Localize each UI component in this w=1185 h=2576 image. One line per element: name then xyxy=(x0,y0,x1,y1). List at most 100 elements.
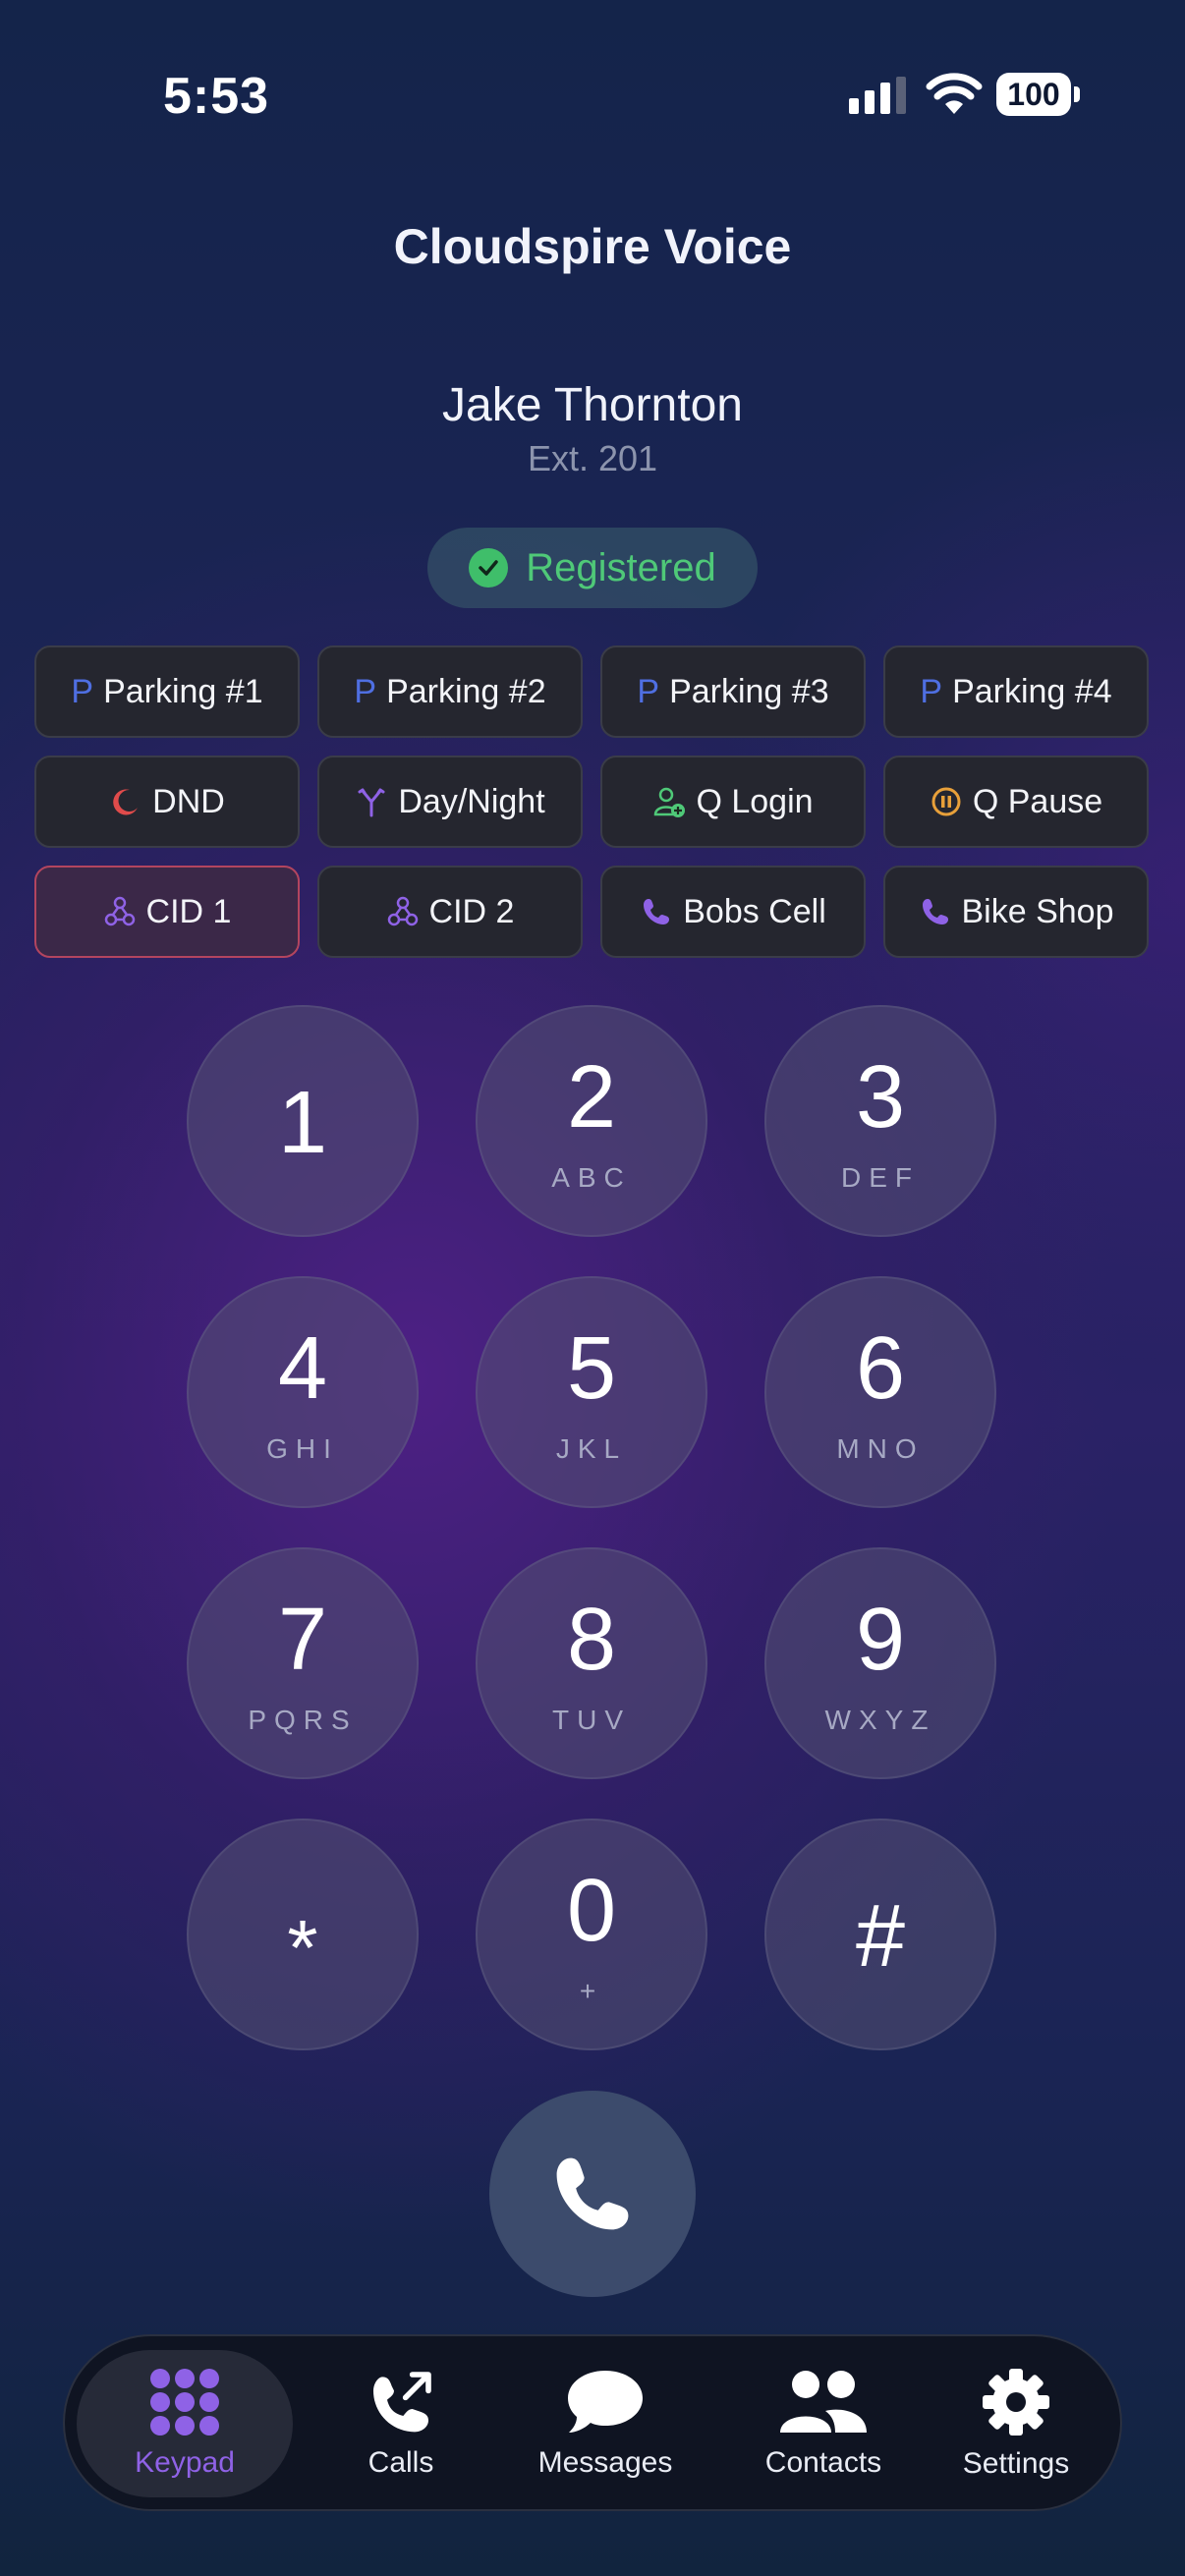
button-label: Bike Shop xyxy=(961,892,1114,930)
button-label: Parking #1 xyxy=(103,672,263,710)
cid-icon xyxy=(103,895,137,928)
cid-2-button[interactable]: CID 2 xyxy=(317,866,583,958)
key-hash[interactable]: # xyxy=(764,1819,996,2050)
battery-level: 100 xyxy=(996,73,1071,116)
phone-icon xyxy=(556,2157,629,2230)
key-7[interactable]: 7 PQRS xyxy=(187,1547,419,1779)
tab-label: Messages xyxy=(537,2446,673,2479)
q-login-button[interactable]: Q Login xyxy=(600,756,866,848)
user-add-icon xyxy=(652,785,686,818)
parking-3-button[interactable]: P Parking #3 xyxy=(600,645,866,738)
gear-icon xyxy=(983,2369,1049,2436)
moon-icon xyxy=(109,785,142,818)
cid-1-button[interactable]: CID 1 xyxy=(34,866,300,958)
dial-keypad: 1 2 ABC 3 DEF 4 GHI 5 JKL 6 MNO 7 PQRS 8… xyxy=(187,1005,998,2050)
user-extension: Ext. 201 xyxy=(527,438,658,478)
key-digit: 8 xyxy=(566,1591,617,1689)
bottom-tab-bar: Keypad Calls Messages Contacts Settings xyxy=(63,2334,1122,2511)
button-label: CID 1 xyxy=(145,892,232,930)
tab-label: Contacts xyxy=(764,2446,882,2479)
parking-2-button[interactable]: P Parking #2 xyxy=(317,645,583,738)
key-6[interactable]: 6 MNO xyxy=(764,1276,996,1508)
parking-1-button[interactable]: P Parking #1 xyxy=(34,645,300,738)
people-icon xyxy=(780,2371,867,2433)
wifi-icon xyxy=(926,73,983,114)
cid-icon xyxy=(386,895,420,928)
key-digit: 0 xyxy=(566,1862,617,1960)
parking-icon: P xyxy=(920,672,943,710)
key-1[interactable]: 1 xyxy=(187,1005,419,1237)
key-digit: * xyxy=(287,1904,318,1991)
key-digit: 3 xyxy=(855,1048,906,1147)
battery-indicator: 100 xyxy=(996,73,1081,118)
tab-messages[interactable]: Messages xyxy=(507,2350,704,2497)
q-pause-button[interactable]: Q Pause xyxy=(883,756,1149,848)
button-label: Parking #3 xyxy=(669,672,829,710)
tab-label: Settings xyxy=(962,2447,1070,2480)
parking-4-button[interactable]: P Parking #4 xyxy=(883,645,1149,738)
tab-calls[interactable]: Calls xyxy=(322,2350,480,2497)
key-digit: 6 xyxy=(855,1319,906,1418)
status-time: 5:53 xyxy=(163,68,270,125)
user-name: Jake Thornton xyxy=(442,379,743,431)
outgoing-call-icon xyxy=(373,2372,431,2433)
key-digit: 7 xyxy=(277,1591,328,1689)
button-label: Day/Night xyxy=(398,782,545,820)
parking-icon: P xyxy=(637,672,660,710)
parking-icon: P xyxy=(354,672,377,710)
key-8[interactable]: 8 TUV xyxy=(476,1547,707,1779)
phone-icon xyxy=(640,895,673,928)
key-letters: DEF xyxy=(841,1162,920,1193)
registration-status-text: Registered xyxy=(526,545,716,589)
key-star[interactable]: * xyxy=(187,1819,419,2050)
tab-label: Keypad xyxy=(135,2446,235,2479)
button-label: Q Login xyxy=(696,782,814,820)
key-letters: WXYZ xyxy=(824,1705,936,1735)
key-9[interactable]: 9 WXYZ xyxy=(764,1547,996,1779)
button-label: Q Pause xyxy=(972,782,1103,820)
bobs-cell-button[interactable]: Bobs Cell xyxy=(600,866,866,958)
button-label: DND xyxy=(152,782,225,820)
parking-icon: P xyxy=(71,672,94,710)
key-letters: JKL xyxy=(555,1433,628,1464)
split-arrow-icon xyxy=(355,785,388,818)
key-digit: # xyxy=(855,1887,906,1986)
button-label: Parking #2 xyxy=(386,672,546,710)
key-0[interactable]: 0 + xyxy=(476,1819,707,2050)
quick-action-grid: P Parking #1 P Parking #2 P Parking #3 P… xyxy=(34,645,1151,958)
key-digit: 4 xyxy=(277,1319,328,1418)
button-label: Bobs Cell xyxy=(683,892,826,930)
phone-icon xyxy=(919,895,952,928)
tab-settings[interactable]: Settings xyxy=(928,2350,1104,2497)
registration-status-badge: Registered xyxy=(427,528,758,608)
key-3[interactable]: 3 DEF xyxy=(764,1005,996,1237)
key-digit: 9 xyxy=(855,1591,906,1689)
call-button[interactable] xyxy=(489,2091,696,2297)
bike-shop-button[interactable]: Bike Shop xyxy=(883,866,1149,958)
key-letters: PQRS xyxy=(248,1705,358,1735)
app-title: Cloudspire Voice xyxy=(393,219,792,274)
key-letters: + xyxy=(579,1976,604,2006)
pause-circle-icon xyxy=(930,785,963,818)
key-4[interactable]: 4 GHI xyxy=(187,1276,419,1508)
button-label: Parking #4 xyxy=(952,672,1112,710)
key-letters: TUV xyxy=(552,1705,631,1735)
key-letters: GHI xyxy=(266,1433,339,1464)
key-digit: 1 xyxy=(277,1074,328,1172)
tab-keypad[interactable]: Keypad xyxy=(77,2350,293,2497)
day-night-button[interactable]: Day/Night xyxy=(317,756,583,848)
checkmark-icon xyxy=(469,548,509,588)
key-digit: 2 xyxy=(566,1048,617,1147)
tab-contacts[interactable]: Contacts xyxy=(725,2350,922,2497)
key-digit: 5 xyxy=(566,1319,617,1418)
chat-bubble-icon xyxy=(568,2371,643,2433)
tab-label: Calls xyxy=(367,2446,434,2479)
button-label: CID 2 xyxy=(428,892,515,930)
dnd-button[interactable]: DND xyxy=(34,756,300,848)
cellular-signal-icon xyxy=(849,77,906,114)
key-2[interactable]: 2 ABC xyxy=(476,1005,707,1237)
keypad-icon xyxy=(150,2369,219,2436)
key-letters: ABC xyxy=(551,1162,632,1193)
key-5[interactable]: 5 JKL xyxy=(476,1276,707,1508)
key-letters: MNO xyxy=(836,1433,925,1464)
